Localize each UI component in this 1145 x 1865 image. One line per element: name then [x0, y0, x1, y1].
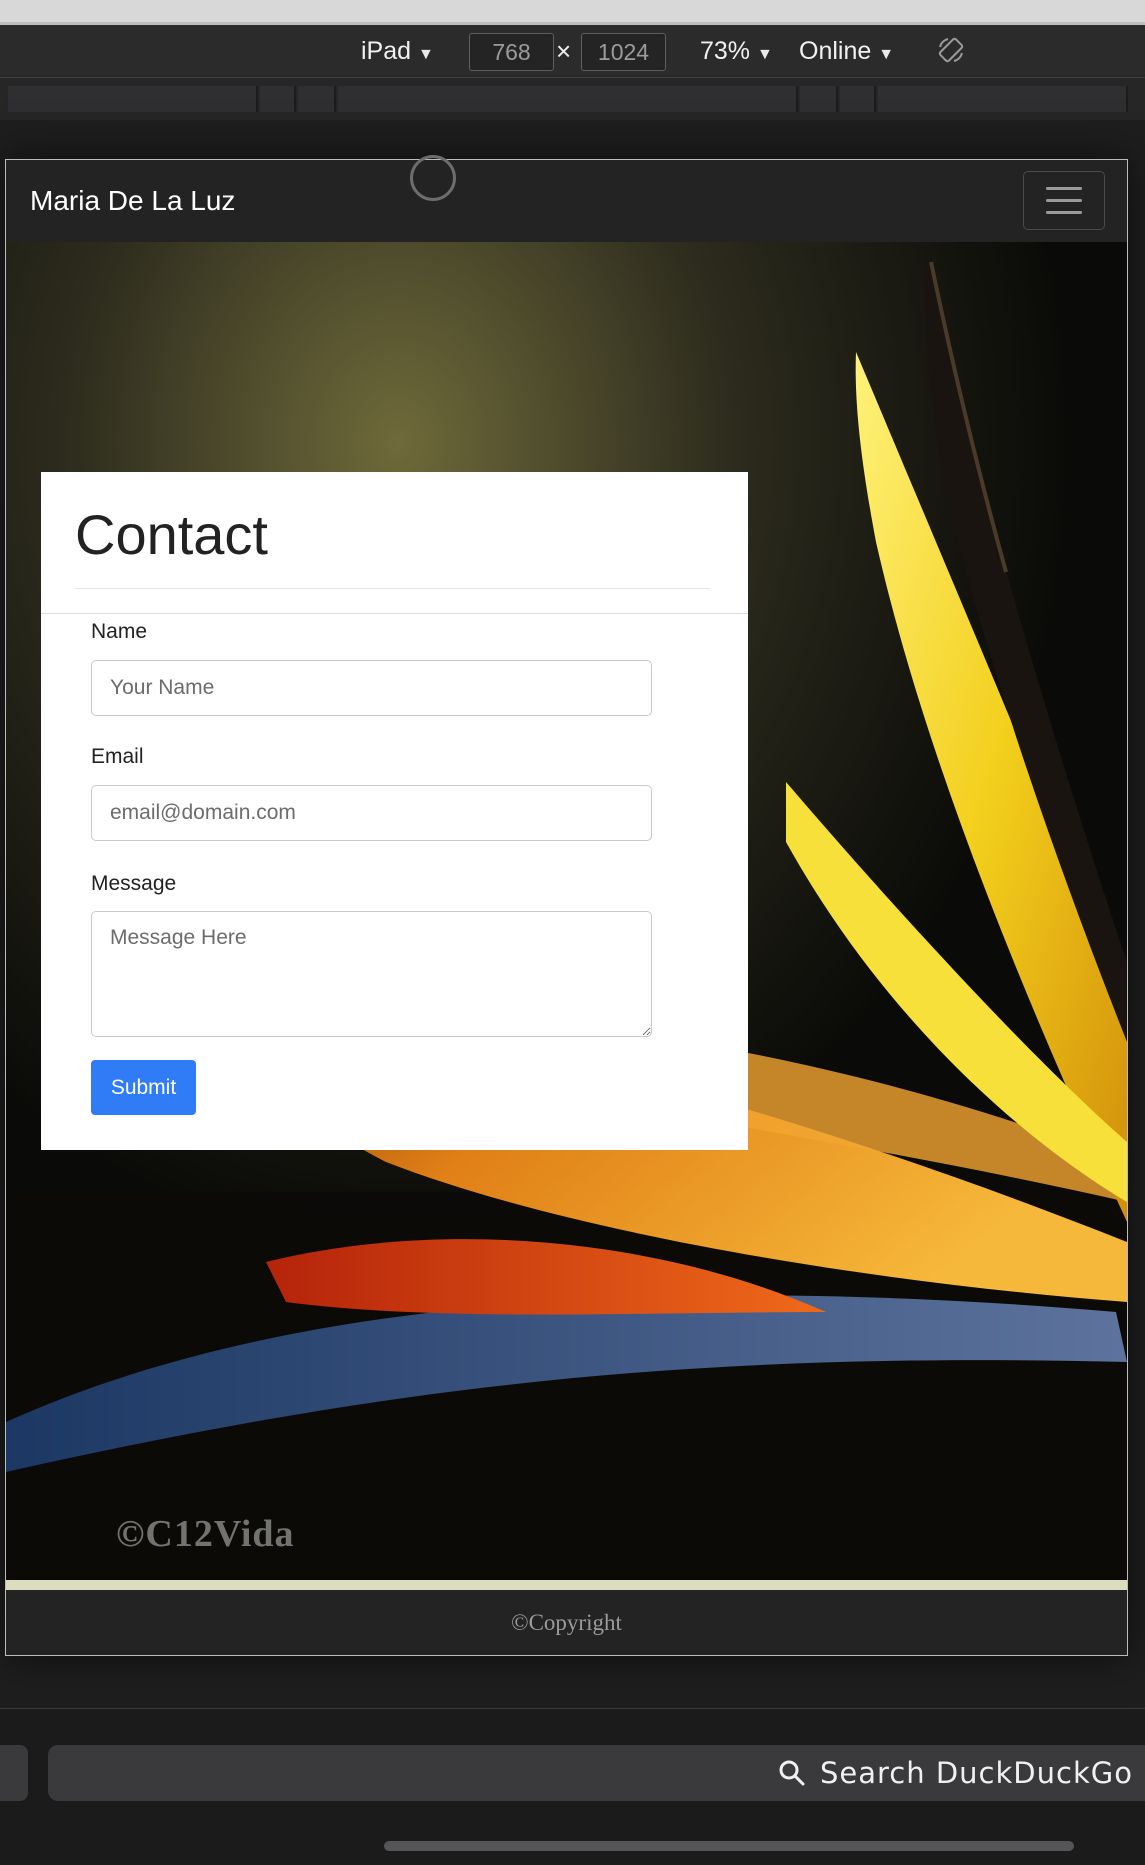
submit-button[interactable]: Submit — [91, 1060, 196, 1115]
page-title: Contact — [75, 503, 268, 566]
message-textarea[interactable] — [91, 911, 652, 1037]
touch-cursor-indicator — [410, 155, 456, 201]
footer: ©Copyright — [6, 1590, 1127, 1655]
search-field[interactable]: Search DuckDuckGo — [48, 1745, 1145, 1801]
network-select[interactable]: Online ▼ — [799, 25, 894, 81]
media-query-ruler — [0, 78, 1145, 120]
navbar: Maria De La Luz — [6, 160, 1127, 242]
ruler-segment[interactable] — [800, 86, 838, 112]
network-label: Online — [799, 37, 872, 65]
times-icon: × — [556, 36, 572, 66]
footer-divider — [6, 1580, 1127, 1590]
divider — [75, 588, 710, 589]
ruler-segment[interactable] — [260, 86, 296, 112]
search-placeholder: Search DuckDuckGo — [820, 1756, 1133, 1790]
divider — [41, 613, 748, 614]
browser-bottom-bar: Search DuckDuckGo — [0, 1708, 1145, 1865]
device-viewport: Maria De La Luz ©C12Vida ©Copyright Cont… — [5, 159, 1128, 1656]
watermark: ©C12Vida — [116, 1513, 295, 1555]
device-toolbar: iPad ▼ 768 × 1024 73% ▼ Online ▼ — [0, 25, 1145, 78]
chevron-down-icon: ▼ — [757, 46, 773, 63]
hamburger-icon — [1046, 199, 1082, 202]
width-input[interactable]: 768 — [469, 33, 554, 71]
zoom-select[interactable]: 73% ▼ — [700, 25, 773, 81]
ruler-segment[interactable] — [840, 86, 876, 112]
message-label: Message — [91, 872, 177, 895]
tab-stub[interactable] — [0, 1745, 28, 1801]
email-label: Email — [91, 745, 144, 768]
ruler-segment[interactable] — [8, 86, 258, 112]
contact-card: Contact Name Email Message Submit — [41, 472, 748, 1150]
hamburger-icon — [1046, 187, 1082, 190]
device-select[interactable]: iPad ▼ — [361, 25, 434, 81]
brand-link[interactable]: Maria De La Luz — [30, 160, 235, 242]
rotate-icon[interactable] — [936, 35, 966, 65]
name-input[interactable] — [91, 660, 652, 716]
menu-toggle-button[interactable] — [1023, 171, 1105, 230]
name-label: Name — [91, 620, 148, 643]
height-input[interactable]: 1024 — [581, 33, 666, 71]
browser-top-strip — [0, 0, 1145, 25]
search-icon — [779, 1760, 805, 1786]
ruler-segment[interactable] — [298, 86, 336, 112]
hamburger-icon — [1046, 211, 1082, 214]
chevron-down-icon: ▼ — [418, 46, 434, 63]
device-label: iPad — [361, 37, 412, 65]
zoom-label: 73% — [700, 37, 751, 65]
ruler-segment[interactable] — [338, 86, 798, 112]
email-input[interactable] — [91, 785, 652, 841]
home-indicator — [384, 1841, 1074, 1851]
chevron-down-icon: ▼ — [878, 46, 895, 63]
copyright-text: ©Copyright — [511, 1610, 622, 1635]
ruler-segment[interactable] — [878, 86, 1128, 112]
